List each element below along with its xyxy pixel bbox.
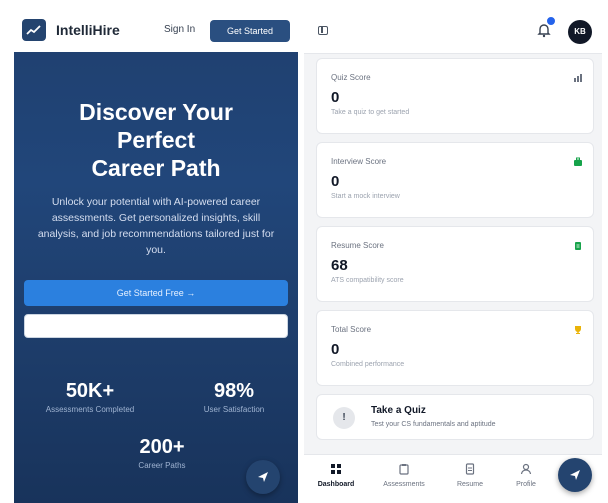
nav-profile[interactable]: Profile [498, 463, 554, 488]
stat-label: User Satisfaction [203, 405, 265, 414]
total-score-card[interactable]: Total Score 0 Combined performance [316, 310, 594, 386]
card-subtitle: Take a quiz to get started [331, 109, 410, 116]
card-subtitle: ATS compatibility score [331, 277, 404, 284]
card-value: 0 [331, 89, 340, 106]
card-title: Resume Score [331, 241, 384, 250]
notification-badge [546, 16, 556, 26]
dashboard-screen: KB Quiz Score 0 Take a quiz to get start… [304, 8, 602, 503]
briefcase-icon [574, 157, 582, 166]
chat-fab-button[interactable] [558, 458, 592, 492]
card-title: Quiz Score [331, 73, 371, 82]
trophy-icon [575, 326, 581, 334]
take-quiz-action[interactable]: ! Take a Quiz Test your CS fundamentals … [316, 394, 594, 440]
file-icon [465, 463, 475, 475]
nav-label: Assessments [383, 481, 425, 488]
get-started-button[interactable]: Get Started [210, 20, 290, 42]
nav-label: Resume [456, 481, 484, 488]
sidebar-toggle-icon[interactable] [318, 26, 328, 35]
get-started-free-button[interactable]: Get Started Free → [24, 280, 288, 306]
card-title: Interview Score [331, 157, 387, 166]
bottom-nav: Dashboard Assessments Resume Profile [304, 454, 602, 503]
card-value: 0 [331, 341, 340, 358]
chart-icon [574, 74, 582, 82]
send-icon [258, 472, 268, 482]
card-value: 68 [331, 257, 348, 274]
email-input[interactable] [24, 314, 288, 338]
quiz-action-subtitle: Test your CS fundamentals and aptitude [371, 421, 496, 428]
stat-label: Assessments Completed [45, 405, 135, 414]
quiz-action-title: Take a Quiz [371, 405, 426, 416]
hero-line: Career Path [91, 155, 221, 181]
clipboard-icon [399, 464, 409, 475]
nav-label: Profile [516, 481, 536, 488]
chat-fab-button[interactable] [246, 460, 280, 494]
send-icon [570, 470, 580, 480]
stat-career-paths: 200+ Career Paths [102, 436, 222, 470]
nav-assessments[interactable]: Assessments [376, 463, 432, 488]
resume-score-card[interactable]: Resume Score 68 ATS compatibility score [316, 226, 594, 302]
hero-title: Discover Your Perfect Career Path [14, 98, 298, 182]
stat-satisfaction: 98% User Satisfaction [174, 380, 294, 414]
grid-icon [331, 464, 341, 474]
logo-icon [22, 19, 46, 41]
card-subtitle: Combined performance [331, 361, 405, 368]
document-icon [575, 242, 581, 250]
dashboard-topbar: KB [304, 8, 602, 54]
nav-resume[interactable]: Resume [442, 463, 498, 488]
user-icon [520, 463, 532, 475]
stat-assessments: 50K+ Assessments Completed [30, 380, 150, 414]
card-value: 0 [331, 173, 340, 190]
sign-in-link[interactable]: Sign In [158, 20, 201, 40]
stat-label: Career Paths [138, 461, 186, 470]
stat-value: 98% [213, 380, 255, 402]
nav-dashboard[interactable]: Dashboard [308, 463, 364, 488]
nav-label: Dashboard [317, 481, 355, 488]
quiz-icon: ! [333, 407, 355, 429]
avatar[interactable]: KB [568, 20, 592, 44]
quiz-score-card[interactable]: Quiz Score 0 Take a quiz to get started [316, 58, 594, 134]
brand-name: IntelliHire [56, 22, 120, 38]
hero-line: Perfect [117, 127, 195, 153]
landing-header: IntelliHire Sign In Get Started [14, 8, 298, 52]
stat-value: 200+ [139, 436, 185, 458]
card-subtitle: Start a mock interview [331, 193, 400, 200]
card-title: Total Score [331, 325, 372, 334]
hero-line: Discover Your [79, 99, 233, 125]
landing-screen: IntelliHire Sign In Get Started Discover… [14, 8, 298, 503]
hero-subtitle: Unlock your potential with AI-powered ca… [37, 196, 275, 256]
interview-score-card[interactable]: Interview Score 0 Start a mock interview [316, 142, 594, 218]
stat-value: 50K+ [65, 380, 115, 402]
